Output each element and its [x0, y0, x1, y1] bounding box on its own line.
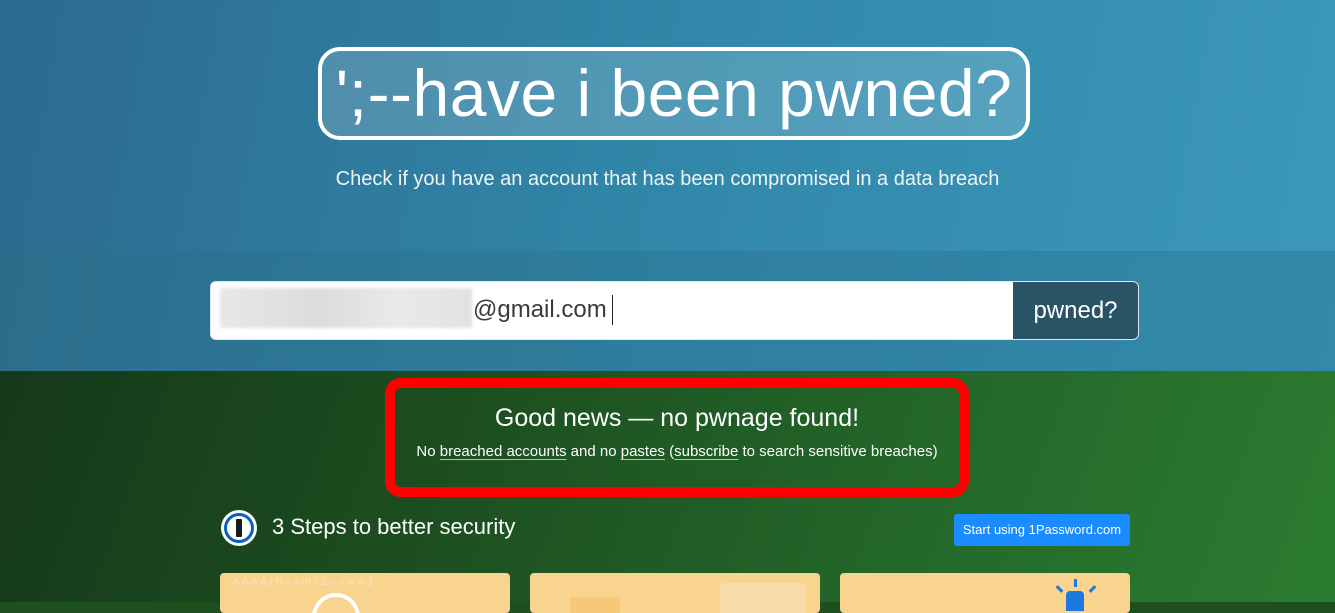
detail-paren-open: (	[664, 443, 675, 460]
text-caret	[612, 295, 613, 325]
card-2-illustration-b	[720, 583, 806, 613]
steps-title: 3 Steps to better security	[272, 514, 516, 539]
alarm-ray	[1074, 579, 1077, 587]
detail-prefix: No	[416, 443, 440, 460]
start-1password-button[interactable]: Start using 1Password.com	[954, 514, 1130, 546]
card-1-illustration	[312, 593, 360, 613]
pastes-link[interactable]: pastes	[621, 443, 665, 460]
security-step-card-3[interactable]	[840, 573, 1130, 613]
email-domain-text: @gmail.com	[473, 296, 607, 323]
tagline: Check if you have an account that has be…	[335, 168, 1000, 190]
hero-header: ';--have i been pwned? Check if you have…	[0, 0, 1335, 251]
logo-text: ';--have i been pwned?	[335, 56, 1013, 130]
highlight-annotation-box	[385, 378, 969, 497]
alarm-ray	[1055, 585, 1064, 593]
site-logo[interactable]: ';--have i been pwned?	[318, 47, 1030, 140]
result-title: Good news — no pwnage found!	[494, 404, 860, 432]
subscribe-link[interactable]: subscribe	[674, 443, 738, 460]
detail-mid: and no	[566, 443, 621, 460]
1password-icon-keyhole	[236, 519, 242, 537]
security-step-card-2[interactable]	[530, 573, 820, 613]
redacted-email-username	[220, 288, 472, 328]
alarm-icon	[1066, 591, 1084, 611]
1password-icon	[221, 510, 257, 546]
pwned-search-button[interactable]: pwned?	[1013, 281, 1139, 340]
alarm-ray	[1088, 585, 1097, 593]
breached-accounts-link[interactable]: breached accounts	[440, 443, 567, 460]
security-step-card-1[interactable]: AAAA(N==m7Z==ww3	[220, 573, 510, 613]
card-2-illustration-a	[570, 597, 620, 613]
result-detail: No breached accounts and no pastes (subs…	[385, 442, 969, 462]
email-search-input[interactable]: @gmail.com	[210, 281, 1013, 340]
detail-suffix: to search sensitive breaches)	[738, 443, 938, 460]
